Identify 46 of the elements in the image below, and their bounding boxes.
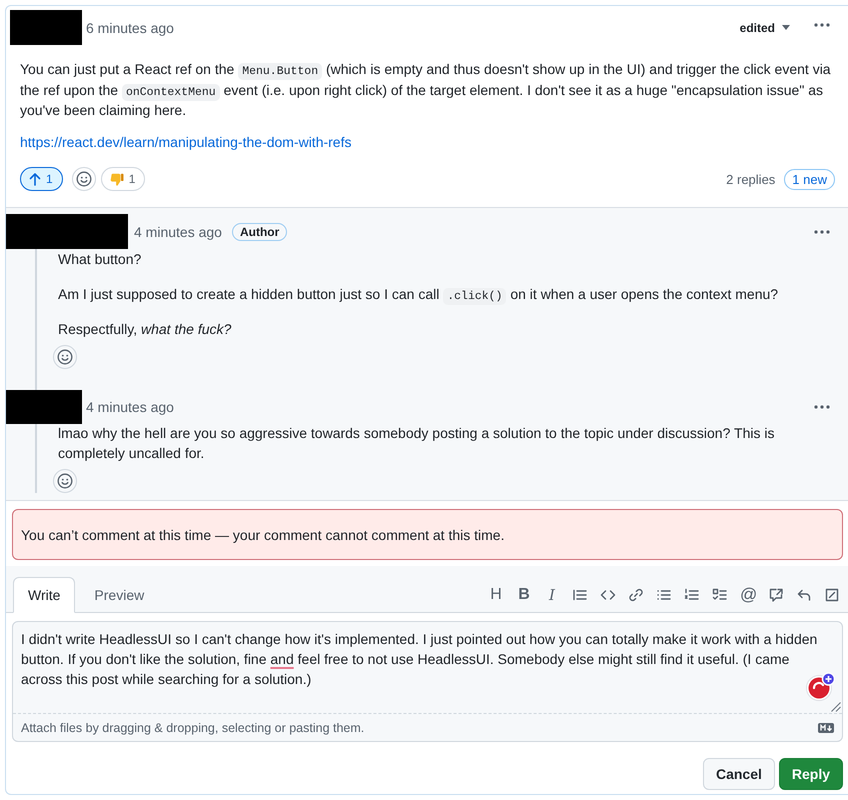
resize-handle-icon[interactable] — [831, 702, 841, 712]
reply-textarea[interactable]: I didn't write HeadlessUI so I can't change how it's implemented. I just pointed out how you can totally make it work with a hidden button. If you don't like the solution, fine and feel free to not use HeadlessUI. Somebody else might still find it useful. (I came across this post while searching for a solution.) — [13, 622, 842, 714]
timestamp-link[interactable]: 4 minutes ago — [134, 224, 222, 240]
cancel-button[interactable]: Cancel — [702, 758, 775, 790]
arrow-up-icon — [29, 172, 41, 186]
reply-paragraph: Respectfully, what the fuck? — [58, 320, 232, 339]
thumbs-down-icon — [110, 172, 124, 186]
caret-icon — [782, 25, 790, 30]
italic-button[interactable]: I — [544, 586, 560, 604]
plus-badge-icon[interactable] — [805, 672, 835, 702]
reply-button[interactable]: Reply — [778, 758, 843, 790]
heading-button[interactable]: H — [488, 586, 504, 604]
redacted-block — [10, 10, 82, 45]
attach-files-hint[interactable]: Attach files by dragging & dropping, selecting or pasting them. — [21, 720, 364, 734]
reply-count: 2 replies — [726, 172, 776, 186]
add-reaction-button[interactable] — [72, 167, 96, 191]
kebab-icon[interactable] — [814, 230, 830, 234]
error-message: You can’t comment at this time — your comment cannot comment at this time. — [21, 526, 504, 542]
smiley-icon — [57, 473, 73, 489]
reply-paragraph: What button? — [58, 250, 142, 269]
add-reaction-button[interactable] — [53, 469, 77, 493]
task-list-icon[interactable] — [712, 586, 728, 602]
bold-button[interactable]: B — [516, 586, 532, 604]
edited-dropdown[interactable]: edited — [740, 20, 790, 34]
add-reaction-button[interactable] — [53, 345, 77, 369]
mention-button[interactable]: @ — [740, 586, 756, 604]
kebab-icon[interactable] — [814, 22, 830, 26]
comment-paragraph: You can just put a React ref on the Menu.Button (which is empty and thus doesn't show up in the UI) and trigger the click event via the ref upon the onContextMenu event (i.e. upon right click) of the target element. I don't see it as a huge "encapsulation issue" as you've been claiming here. — [20, 60, 832, 120]
editor-tab[interactable]: Write — [13, 577, 76, 613]
url-link[interactable]: https://react.dev/learn/manipulating-the-dom-with-refs — [20, 134, 352, 150]
comment-arrow-icon[interactable] — [768, 586, 784, 602]
smiley-icon — [57, 349, 73, 365]
link-icon[interactable] — [628, 586, 644, 602]
timestamp-link[interactable]: 4 minutes ago — [86, 399, 174, 415]
reaction-button[interactable]: 1 — [100, 167, 146, 191]
new-replies-badge[interactable]: 1 new — [784, 168, 835, 190]
editor-tab[interactable]: Preview — [79, 577, 160, 613]
timestamp-link[interactable]: 6 minutes ago — [86, 20, 174, 36]
reply-paragraph: lmao why the hell are you so aggressive towards somebody posting a solution to the topic under discussion? This is completely uncalled for. — [58, 424, 776, 463]
markdown-icon — [818, 722, 834, 732]
reply-paragraph: Am I just supposed to create a hidden button just so I can call .click() on it when a user opens the context menu? — [58, 285, 780, 304]
smiley-icon — [76, 171, 92, 187]
numbered-list-icon[interactable] — [684, 586, 700, 602]
kebab-icon[interactable] — [814, 405, 830, 409]
reaction-button[interactable]: 1 — [20, 167, 63, 191]
author-badge: Author — [232, 222, 288, 240]
